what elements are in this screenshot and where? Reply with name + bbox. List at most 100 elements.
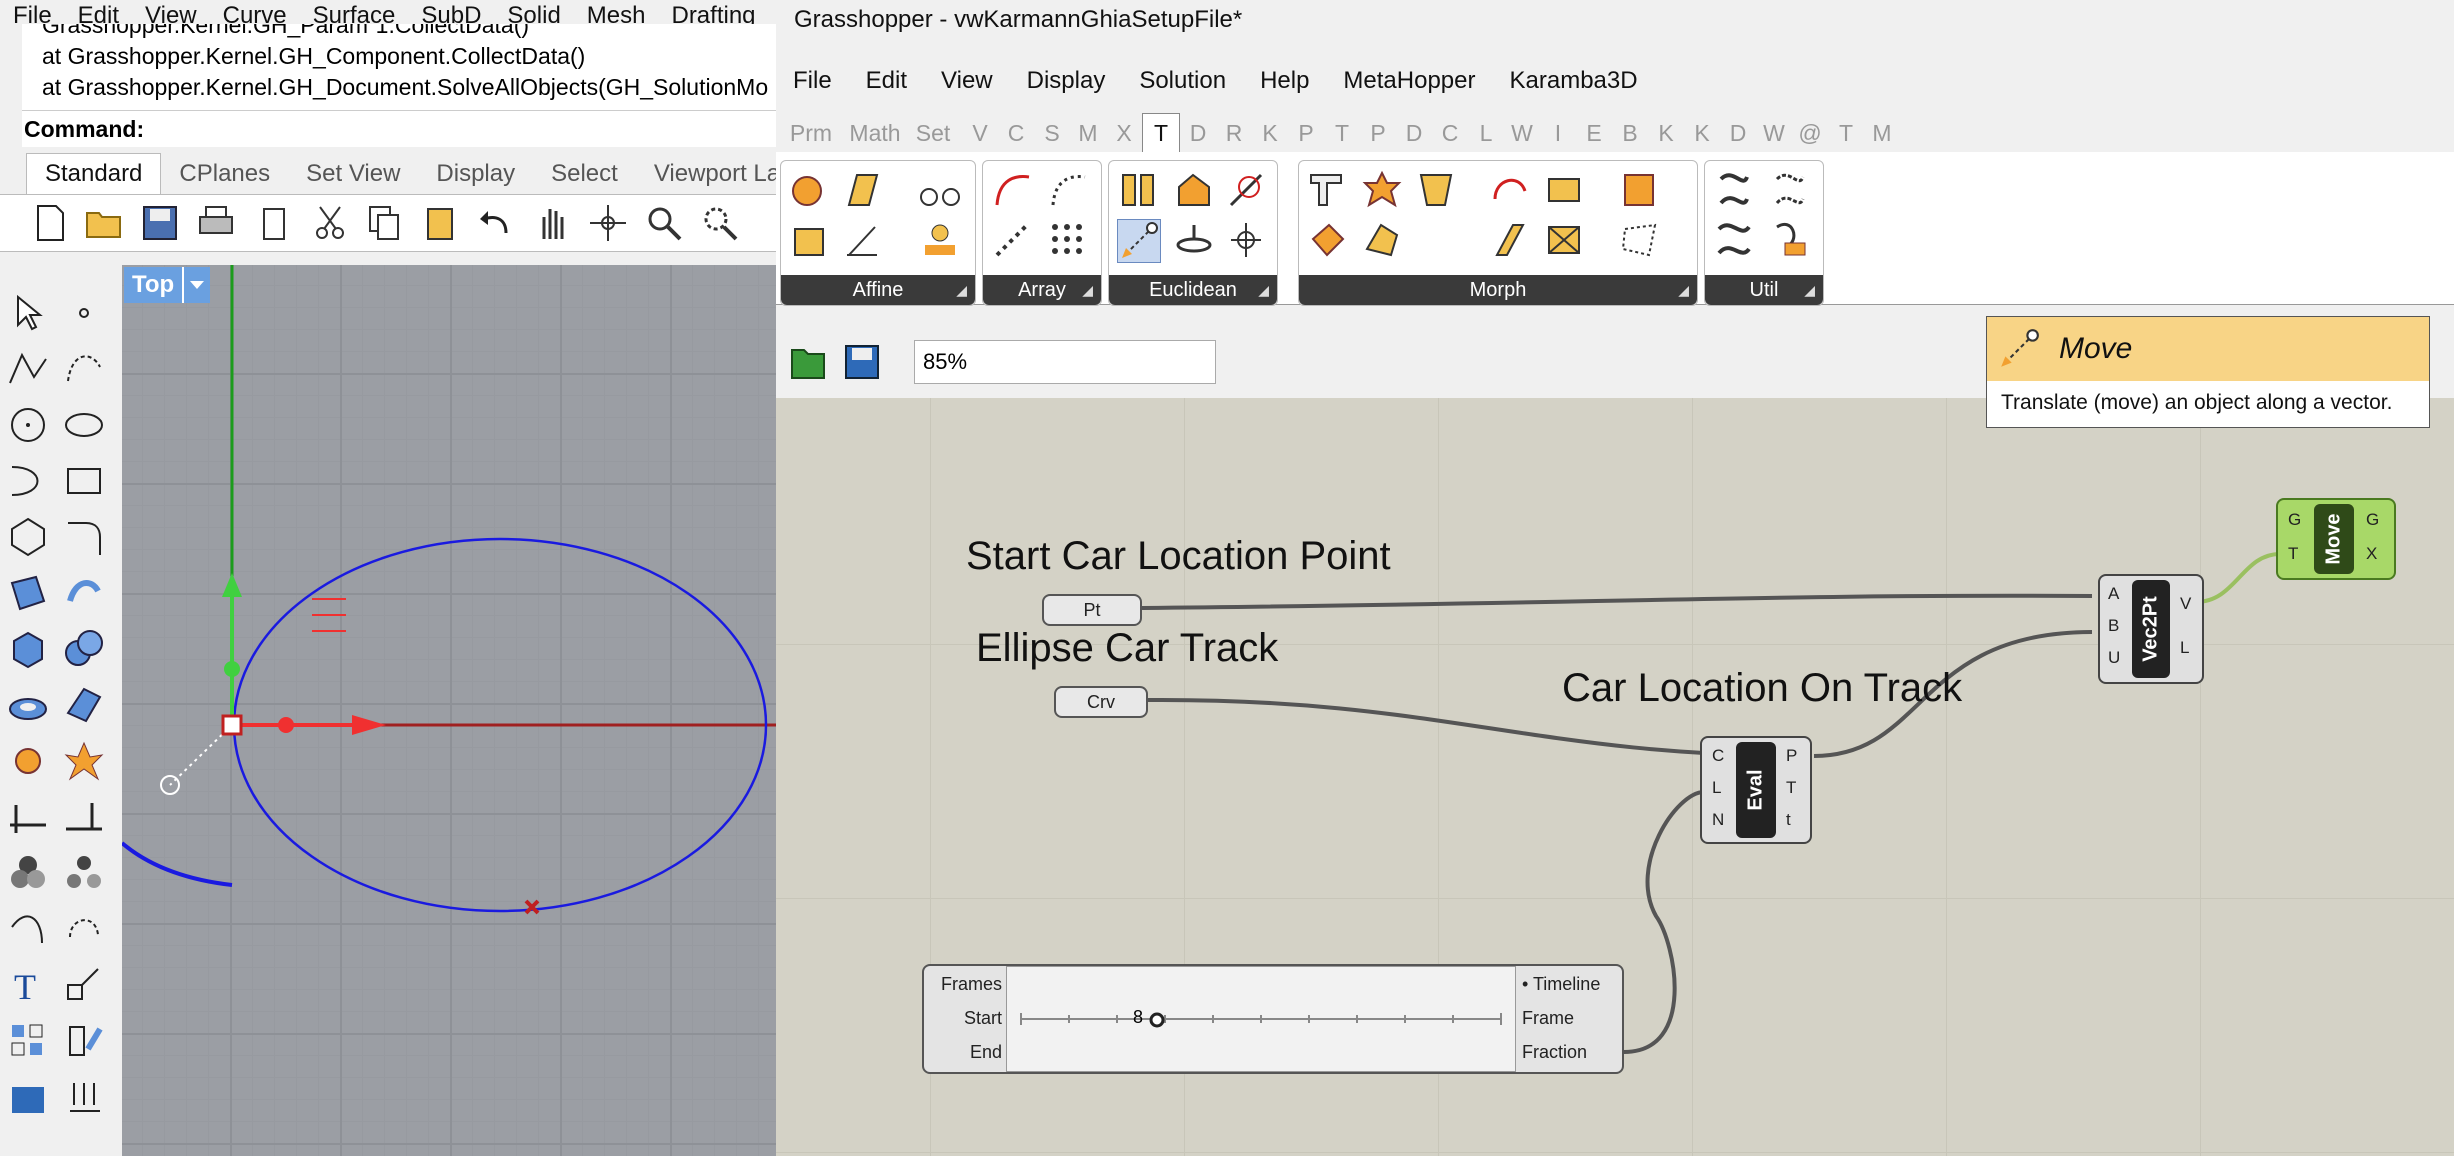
array-icon[interactable] [6, 1019, 50, 1063]
zoom-level-field[interactable]: 85% [914, 340, 1216, 384]
tab-standard[interactable]: Standard [26, 153, 162, 194]
text-icon[interactable]: T [6, 963, 50, 1007]
tab-curve[interactable]: C [998, 114, 1034, 152]
rotate-icon[interactable] [62, 907, 106, 951]
tab-intersect[interactable]: X [1106, 114, 1142, 152]
move-output-g[interactable]: G [2366, 510, 2379, 530]
ungroup-icon[interactable] [62, 851, 106, 895]
tab-mesh[interactable]: M [1070, 114, 1106, 152]
curve-icon[interactable] [62, 347, 106, 391]
box-icon[interactable] [6, 627, 50, 671]
tab-l[interactable]: L [1468, 114, 1504, 152]
polygon-icon[interactable] [6, 515, 50, 559]
tab-t2[interactable]: T [1324, 114, 1360, 152]
split-transform-icon[interactable] [1713, 219, 1755, 261]
vec2pt-output-l[interactable]: L [2180, 638, 2189, 658]
box-morph-icon[interactable] [1415, 169, 1457, 211]
timeline-input-end[interactable]: End [970, 1042, 1002, 1063]
save-file-icon[interactable] [842, 342, 882, 382]
mesh-icon[interactable] [62, 683, 106, 727]
tab-vector[interactable]: V [962, 114, 998, 152]
tab-cplanes[interactable]: CPlanes [161, 154, 288, 194]
transform-gear-icon[interactable] [6, 739, 50, 783]
sphere-icon[interactable] [62, 627, 106, 671]
open-folder-icon[interactable] [84, 203, 124, 243]
mirror-surface-icon[interactable] [1361, 219, 1403, 261]
eval-input-c[interactable]: C [1712, 746, 1724, 766]
open-file-icon[interactable] [788, 342, 828, 382]
expand-arrow-icon[interactable]: ◢ [1678, 275, 1689, 305]
bend-deform-icon[interactable] [1307, 169, 1349, 211]
timeline-output-frame[interactable]: Frame [1522, 1008, 1574, 1029]
tab-transform[interactable]: T [1142, 113, 1180, 152]
tab-t3[interactable]: T [1828, 114, 1864, 152]
light-icon[interactable] [62, 1075, 106, 1119]
tab-display[interactable]: D [1180, 114, 1216, 152]
ellipse-icon[interactable] [62, 403, 106, 447]
block-icon[interactable] [6, 1075, 50, 1119]
vec2pt-input-b[interactable]: B [2108, 616, 2119, 636]
tab-i[interactable]: I [1540, 114, 1576, 152]
vec2pt-input-a[interactable]: A [2108, 584, 2119, 604]
explode-icon[interactable] [62, 739, 106, 783]
fillet-icon[interactable] [62, 515, 106, 559]
rotate-component-icon[interactable] [1173, 169, 1215, 211]
mirror-icon[interactable] [62, 1019, 106, 1063]
tab-p[interactable]: P [1288, 114, 1324, 152]
gh-canvas[interactable]: Start Car Location Point Ellipse Car Tra… [776, 398, 2454, 1156]
rectangle-icon[interactable] [62, 459, 106, 503]
eval-output-param-t[interactable]: t [1786, 810, 1791, 830]
expand-arrow-icon[interactable]: ◢ [1258, 275, 1269, 305]
tab-k2[interactable]: K [1648, 114, 1684, 152]
eval-input-n[interactable]: N [1712, 810, 1724, 830]
tab-w2[interactable]: W [1756, 114, 1792, 152]
blend-box-icon[interactable] [1361, 169, 1403, 211]
copy-icon[interactable] [364, 203, 404, 243]
vec2pt-input-u[interactable]: U [2108, 648, 2120, 668]
point-icon[interactable] [62, 291, 106, 335]
shear-icon[interactable] [841, 169, 883, 211]
mirror-component-icon[interactable] [1117, 169, 1159, 211]
spatial-deform-icon[interactable] [1619, 169, 1661, 211]
timeline-slider-component[interactable]: Frames Start End 8 • Timeline Frame Frac… [922, 964, 1624, 1074]
timeline-input-frames[interactable]: Frames [941, 974, 1002, 995]
eval-output-t[interactable]: T [1786, 778, 1796, 798]
pan-hand-icon[interactable] [532, 203, 572, 243]
gh-menu-solution[interactable]: Solution [1122, 67, 1243, 95]
linear-array-icon[interactable] [991, 219, 1033, 261]
tab-maths[interactable]: Math [846, 114, 904, 152]
cut-icon[interactable] [310, 203, 350, 243]
scale-icon[interactable] [62, 963, 106, 1007]
move-component-icon[interactable] [1117, 219, 1161, 263]
move-input-t[interactable]: T [2288, 544, 2298, 564]
group-icon[interactable] [6, 851, 50, 895]
box-map-icon[interactable] [789, 219, 831, 261]
expand-arrow-icon[interactable]: ◢ [1082, 275, 1093, 305]
orient-direction-icon[interactable] [1173, 219, 1215, 261]
twisted-box-icon[interactable] [1619, 219, 1661, 261]
tab-k[interactable]: K [1252, 114, 1288, 152]
extrude-surface-icon[interactable] [62, 571, 106, 615]
tab-sets[interactable]: Set [904, 114, 962, 152]
tab-w[interactable]: W [1504, 114, 1540, 152]
tab-m2[interactable]: M [1864, 114, 1900, 152]
scale-nu-icon[interactable] [919, 219, 961, 261]
tab-at[interactable]: @ [1792, 114, 1828, 152]
mirror-curve-icon[interactable] [1307, 219, 1349, 261]
polyline-icon[interactable] [6, 347, 50, 391]
tab-viewport-layout[interactable]: Viewport La [636, 154, 798, 194]
new-file-icon[interactable] [30, 203, 70, 243]
stretch-icon[interactable] [1489, 219, 1531, 261]
tab-set-view[interactable]: Set View [288, 154, 418, 194]
tab-k3[interactable]: K [1684, 114, 1720, 152]
zoom-icon[interactable] [644, 203, 684, 243]
save-icon[interactable] [140, 203, 180, 243]
circle-icon[interactable] [6, 403, 50, 447]
orient-icon[interactable] [789, 169, 831, 211]
rotate-direction-icon[interactable] [1225, 219, 1267, 261]
surface-morph-icon[interactable] [1543, 219, 1585, 261]
properties-icon[interactable] [254, 203, 294, 243]
rectangular-array-icon[interactable] [1047, 219, 1089, 261]
tab-display[interactable]: Display [418, 154, 533, 194]
print-icon[interactable] [196, 203, 236, 243]
